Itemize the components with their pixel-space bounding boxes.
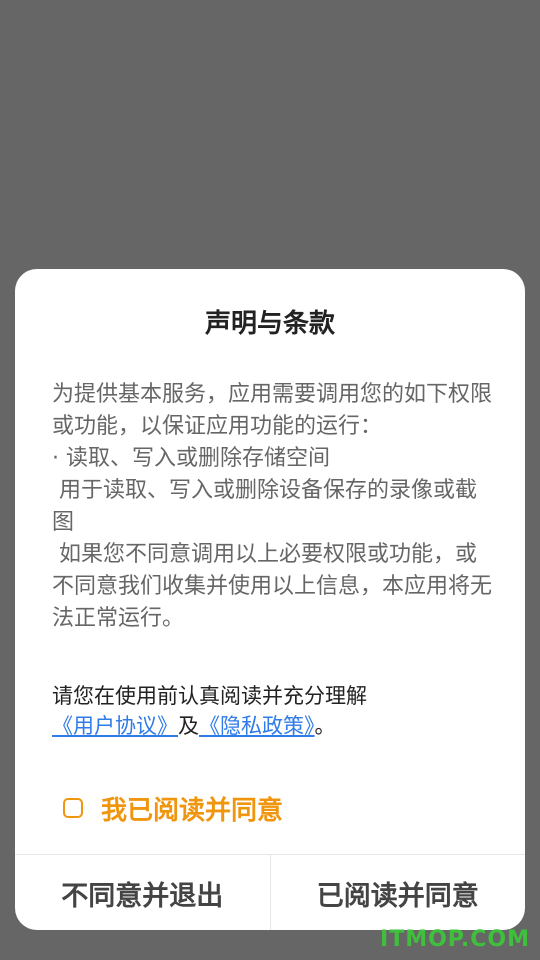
terms-dialog: 声明与条款 为提供基本服务，应用需要调用您的如下权限或功能，以保证应用功能的运行… <box>15 269 525 930</box>
intro-paragraph: 为提供基本服务，应用需要调用您的如下权限或功能，以保证应用功能的运行： <box>52 382 493 439</box>
consent-suffix: 。 <box>314 714 336 738</box>
agree-checkbox[interactable] <box>63 798 83 818</box>
refusal-notice: 如果您不同意调用以上必要权限或功能，或不同意我们收集并使用以上信息，本应用将无法… <box>52 542 493 631</box>
consent-and: 及 <box>178 714 199 738</box>
consent-prefix: 请您在使用前认真阅读并充分理解 <box>52 684 367 708</box>
permission-description: 为提供基本服务，应用需要调用您的如下权限或功能，以保证应用功能的运行： · 读取… <box>52 379 492 635</box>
read-agree-button[interactable]: 已阅读并同意 <box>271 855 526 930</box>
permission-item: · 读取、写入或删除存储空间 <box>52 446 330 471</box>
permission-purpose: 用于读取、写入或删除设备保存的录像或截图 <box>52 478 478 535</box>
consent-statement: 请您在使用前认真阅读并充分理解《用户协议》及《隐私政策》。 <box>52 681 492 741</box>
disagree-exit-button[interactable]: 不同意并退出 <box>15 855 270 930</box>
privacy-policy-link[interactable]: 《隐私政策》 <box>199 714 315 738</box>
site-watermark: ITMOP.COM <box>380 927 530 952</box>
agree-checkbox-label[interactable]: 我已阅读并同意 <box>101 790 283 827</box>
agree-checkbox-row[interactable]: 我已阅读并同意 <box>63 788 283 828</box>
dialog-button-bar: 不同意并退出 已阅读并同意 <box>15 854 525 930</box>
user-agreement-link[interactable]: 《用户协议》 <box>52 714 178 738</box>
dialog-title: 声明与条款 <box>204 309 335 339</box>
